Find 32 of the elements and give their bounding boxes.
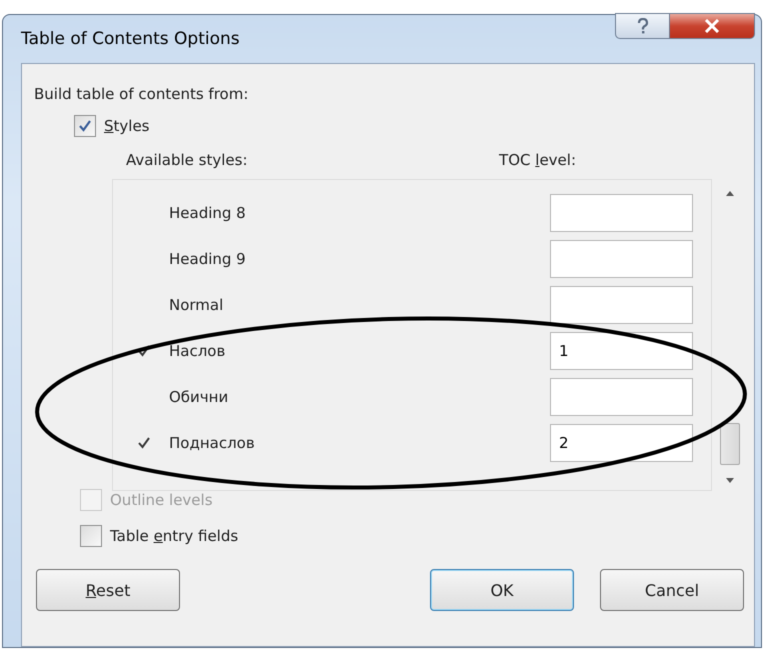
- toc-level-field[interactable]: [550, 286, 693, 324]
- close-button[interactable]: [669, 13, 755, 39]
- column-header: Available styles:: [126, 151, 248, 169]
- help-button[interactable]: [615, 13, 669, 39]
- style-name: Heading 9: [169, 250, 247, 268]
- toc-level-field[interactable]: [550, 378, 693, 416]
- checkbox-label: Table entry fields: [110, 527, 238, 545]
- style-name: Heading 8: [169, 204, 247, 222]
- toc-level-field[interactable]: [550, 194, 693, 232]
- style-name: Обични: [169, 388, 230, 406]
- dialog-button[interactable]: Cancel: [600, 569, 744, 611]
- scrollbar-thumb[interactable]: [720, 423, 740, 465]
- checkbox-label: Outline levels: [110, 491, 213, 509]
- dialog-button[interactable]: OK: [430, 569, 574, 611]
- style-name: Наслов: [169, 342, 226, 360]
- toc-level-field[interactable]: 2: [550, 424, 693, 462]
- window-title: Table of Contents Options: [21, 29, 240, 49]
- scroll-down-icon[interactable]: [724, 477, 736, 485]
- help-icon: [636, 18, 648, 34]
- dialog-button[interactable]: Reset: [36, 569, 180, 611]
- check-icon: [79, 120, 91, 132]
- style-name: Normal: [169, 296, 224, 314]
- column-header: TOC level:: [499, 151, 576, 169]
- styles-checkbox[interactable]: [74, 115, 96, 137]
- section-label: Build table of contents from:: [34, 85, 250, 103]
- scroll-up-icon[interactable]: [724, 189, 736, 197]
- toc-level-field[interactable]: [550, 240, 693, 278]
- close-icon: [704, 19, 720, 33]
- checkbox-label: Styles: [104, 117, 150, 135]
- checkbox[interactable]: [80, 525, 102, 547]
- toc-level-field[interactable]: 1: [550, 332, 693, 370]
- style-name: Поднаслов: [169, 434, 256, 452]
